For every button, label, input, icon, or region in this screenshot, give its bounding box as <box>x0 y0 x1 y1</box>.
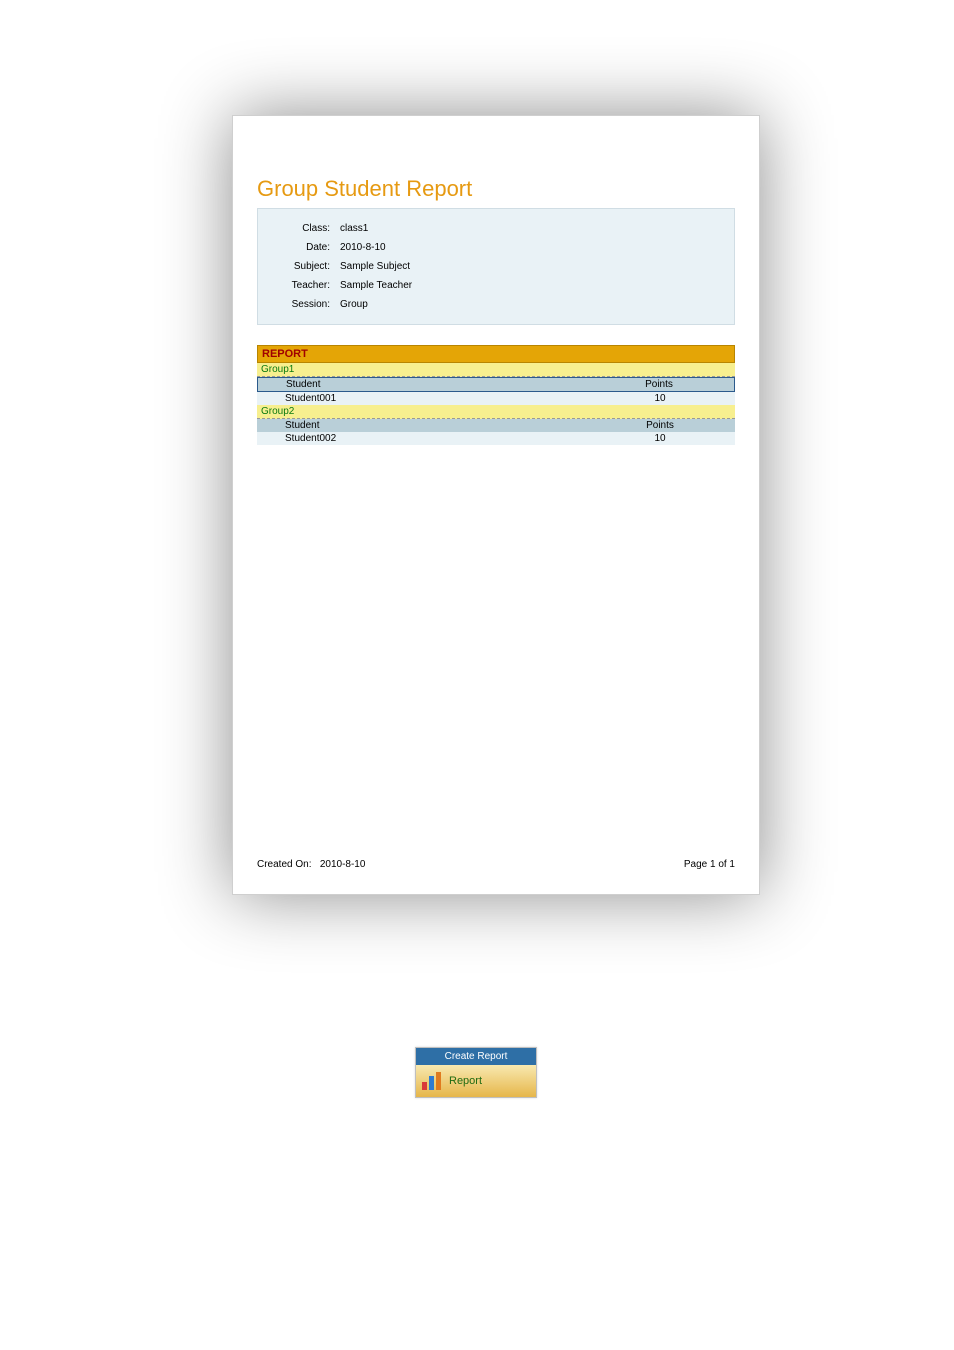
group-name: Group1 <box>257 363 735 377</box>
report-info-box: Class: class1 Date: 2010-8-10 Subject: S… <box>257 208 735 325</box>
info-value: 2010-8-10 <box>330 242 386 253</box>
table-row: Student002 10 <box>257 432 735 445</box>
table-row: Student001 10 <box>257 392 735 405</box>
report-sheet-shadow: Group Student Report Class: class1 Date:… <box>232 115 760 895</box>
cell-points: 10 <box>585 432 735 445</box>
info-value: Sample Teacher <box>330 280 412 291</box>
group-header-row: Student Points <box>257 377 735 392</box>
info-label: Subject: <box>258 261 330 272</box>
cell-student: Student002 <box>257 432 585 445</box>
create-report-label: Report <box>449 1075 482 1087</box>
create-report-button[interactable]: Report <box>416 1065 536 1097</box>
info-value: class1 <box>330 223 368 234</box>
info-row-subject: Subject: Sample Subject <box>258 257 734 276</box>
cell-points: 10 <box>585 392 735 405</box>
info-value: Group <box>330 299 368 310</box>
footer-created-value: 2010-8-10 <box>320 859 366 870</box>
group-header-row: Student Points <box>257 419 735 432</box>
col-header-student: Student <box>258 378 584 391</box>
report-sheet: Group Student Report Class: class1 Date:… <box>232 115 760 895</box>
info-label: Date: <box>258 242 330 253</box>
cell-student: Student001 <box>257 392 585 405</box>
col-header-points: Points <box>585 419 735 432</box>
report-section-header: REPORT <box>257 345 735 363</box>
footer-created: Created On: 2010-8-10 <box>257 859 365 870</box>
info-value: Sample Subject <box>330 261 410 272</box>
create-report-title: Create Report <box>416 1048 536 1065</box>
info-row-class: Class: class1 <box>258 219 734 238</box>
bar-chart-icon <box>422 1072 443 1090</box>
create-report-panel: Create Report Report <box>415 1047 537 1098</box>
report-footer: Created On: 2010-8-10 Page 1 of 1 <box>257 859 735 870</box>
info-label: Class: <box>258 223 330 234</box>
info-row-date: Date: 2010-8-10 <box>258 238 734 257</box>
info-row-teacher: Teacher: Sample Teacher <box>258 276 734 295</box>
col-header-student: Student <box>257 419 585 432</box>
footer-created-label: Created On: <box>257 859 311 870</box>
report-title: Group Student Report <box>257 176 735 202</box>
footer-page: Page 1 of 1 <box>684 859 735 870</box>
info-label: Teacher: <box>258 280 330 291</box>
report-section: REPORT Group1 Student Points Student001 … <box>257 345 735 445</box>
info-label: Session: <box>258 299 330 310</box>
info-row-session: Session: Group <box>258 295 734 314</box>
col-header-points: Points <box>584 378 734 391</box>
group-name: Group2 <box>257 405 735 419</box>
page-canvas: Group Student Report Class: class1 Date:… <box>0 0 954 1350</box>
